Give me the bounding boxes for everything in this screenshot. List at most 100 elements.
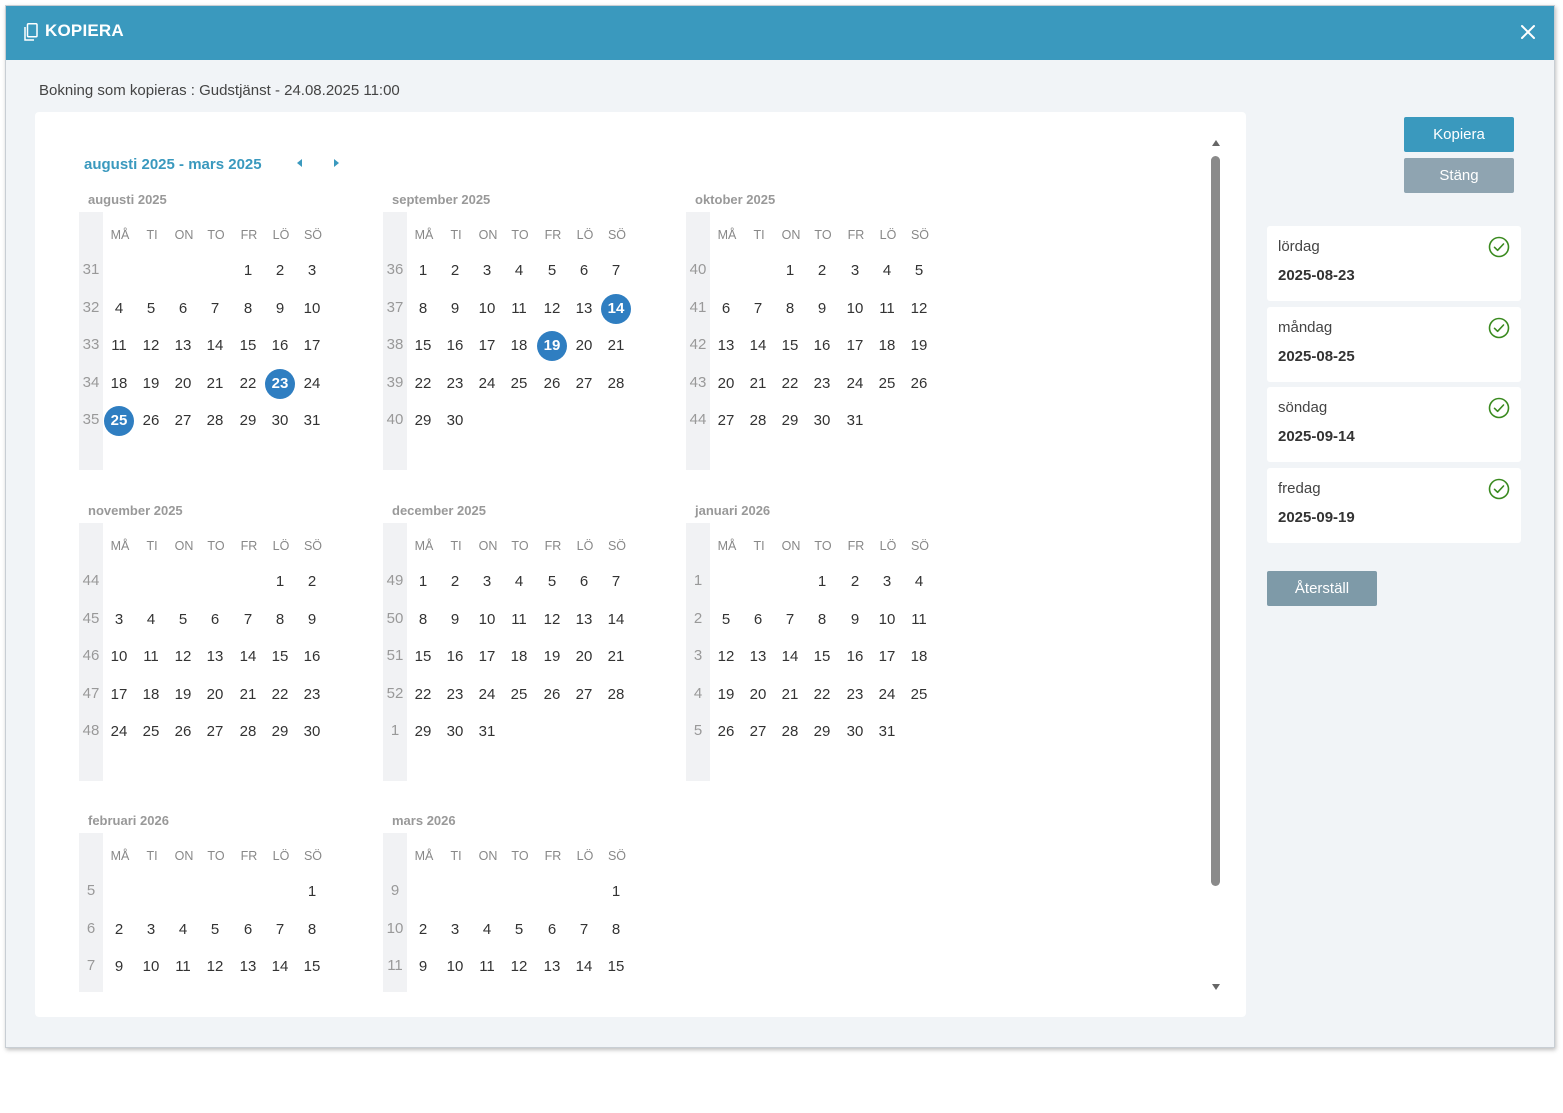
calendar-day[interactable]: 20 [742, 679, 774, 711]
calendar-day[interactable]: 4 [903, 566, 935, 598]
calendar-day[interactable]: 9 [439, 604, 471, 636]
calendar-day[interactable]: 15 [774, 330, 806, 362]
calendar-day[interactable]: 16 [296, 641, 328, 673]
calendar-day[interactable]: 16 [264, 330, 296, 362]
calendar-day[interactable]: 12 [536, 604, 568, 636]
calendar-day[interactable]: 13 [568, 293, 600, 325]
calendar-day[interactable]: 24 [296, 368, 328, 400]
calendar-day[interactable]: 5 [710, 604, 742, 636]
calendar-day[interactable]: 6 [199, 604, 231, 636]
calendar-day[interactable]: 26 [903, 368, 935, 400]
calendar-day[interactable]: 30 [296, 716, 328, 748]
calendar-day[interactable]: 2 [439, 255, 471, 287]
calendar-day[interactable]: 30 [439, 405, 471, 437]
calendar-day[interactable]: 3 [296, 255, 328, 287]
calendar-day[interactable]: 8 [600, 914, 632, 946]
calendar-day[interactable]: 20 [568, 330, 600, 362]
calendar-day[interactable]: 28 [742, 405, 774, 437]
calendar-day[interactable]: 14 [568, 951, 600, 983]
calendar-day[interactable]: 4 [103, 293, 135, 325]
calendar-day[interactable]: 16 [439, 641, 471, 673]
calendar-day[interactable]: 4 [135, 604, 167, 636]
calendar-day[interactable]: 3 [839, 255, 871, 287]
calendar-day[interactable]: 14 [264, 951, 296, 983]
calendar-day[interactable]: 1 [806, 566, 838, 598]
calendar-day[interactable]: 12 [503, 951, 535, 983]
calendar-day[interactable]: 14 [774, 641, 806, 673]
calendar-day[interactable]: 7 [199, 293, 231, 325]
calendar-day[interactable]: 20 [710, 368, 742, 400]
calendar-day[interactable]: 25 [503, 679, 535, 711]
calendar-day[interactable]: 8 [264, 604, 296, 636]
calendar-day[interactable]: 2 [103, 914, 135, 946]
calendar-day[interactable]: 19 [536, 641, 568, 673]
calendar-day[interactable]: 10 [471, 604, 503, 636]
calendar-day[interactable]: 25 [503, 368, 535, 400]
calendar-day[interactable]: 7 [774, 604, 806, 636]
calendar-day[interactable]: 27 [742, 716, 774, 748]
calendar-day[interactable]: 23 [839, 679, 871, 711]
calendar-day-selected[interactable]: 23 [264, 368, 296, 400]
calendar-day[interactable]: 16 [839, 641, 871, 673]
calendar-day[interactable]: 30 [439, 716, 471, 748]
calendar-day[interactable]: 24 [103, 716, 135, 748]
calendar-day[interactable]: 29 [407, 405, 439, 437]
calendar-day[interactable]: 15 [232, 330, 264, 362]
calendar-day[interactable]: 13 [232, 951, 264, 983]
calendar-day[interactable]: 17 [839, 330, 871, 362]
calendar-day[interactable]: 2 [296, 566, 328, 598]
calendar-day[interactable]: 4 [871, 255, 903, 287]
calendar-day[interactable]: 7 [568, 914, 600, 946]
calendar-day[interactable]: 1 [232, 255, 264, 287]
calendar-day[interactable]: 11 [903, 604, 935, 636]
calendar-day[interactable]: 29 [232, 405, 264, 437]
calendar-day[interactable]: 1 [600, 876, 632, 908]
calendar-day[interactable]: 7 [600, 566, 632, 598]
calendar-day[interactable]: 25 [903, 679, 935, 711]
calendar-day[interactable]: 3 [135, 914, 167, 946]
calendar-day[interactable]: 18 [135, 679, 167, 711]
calendar-day[interactable]: 18 [903, 641, 935, 673]
calendar-day[interactable]: 28 [774, 716, 806, 748]
calendar-day[interactable]: 10 [839, 293, 871, 325]
calendar-day[interactable]: 11 [503, 604, 535, 636]
calendar-day[interactable]: 17 [296, 330, 328, 362]
calendar-day[interactable]: 17 [471, 330, 503, 362]
calendar-day[interactable]: 14 [199, 330, 231, 362]
calendar-day[interactable]: 1 [296, 876, 328, 908]
calendar-day[interactable]: 12 [536, 293, 568, 325]
calendar-day[interactable]: 18 [503, 641, 535, 673]
calendar-day[interactable]: 12 [199, 951, 231, 983]
calendar-day[interactable]: 22 [264, 679, 296, 711]
calendar-day[interactable]: 14 [742, 330, 774, 362]
calendar-day[interactable]: 15 [806, 641, 838, 673]
calendar-day[interactable]: 21 [232, 679, 264, 711]
calendar-day[interactable]: 5 [536, 255, 568, 287]
calendar-day[interactable]: 11 [135, 641, 167, 673]
calendar-day[interactable]: 27 [199, 716, 231, 748]
calendar-day[interactable]: 23 [439, 679, 471, 711]
calendar-day[interactable]: 4 [503, 566, 535, 598]
calendar-day[interactable]: 2 [407, 914, 439, 946]
kopiera-button[interactable]: Kopiera [1404, 117, 1514, 152]
calendar-day[interactable]: 30 [839, 716, 871, 748]
calendar-day[interactable]: 6 [568, 566, 600, 598]
calendar-day[interactable]: 4 [167, 914, 199, 946]
calendar-day[interactable]: 18 [871, 330, 903, 362]
calendar-day[interactable]: 10 [871, 604, 903, 636]
calendar-day[interactable]: 23 [439, 368, 471, 400]
calendar-day[interactable]: 21 [742, 368, 774, 400]
calendar-day[interactable]: 13 [710, 330, 742, 362]
calendar-day[interactable]: 15 [407, 641, 439, 673]
calendar-day[interactable]: 27 [568, 368, 600, 400]
calendar-day[interactable]: 24 [839, 368, 871, 400]
scroll-down-arrow[interactable] [1212, 984, 1220, 990]
calendar-day[interactable]: 21 [600, 330, 632, 362]
calendar-day[interactable]: 1 [774, 255, 806, 287]
calendar-day[interactable]: 30 [806, 405, 838, 437]
calendar-day[interactable]: 26 [536, 368, 568, 400]
calendar-day[interactable]: 10 [439, 951, 471, 983]
calendar-day[interactable]: 20 [167, 368, 199, 400]
calendar-day[interactable]: 22 [407, 368, 439, 400]
calendar-day[interactable]: 11 [167, 951, 199, 983]
